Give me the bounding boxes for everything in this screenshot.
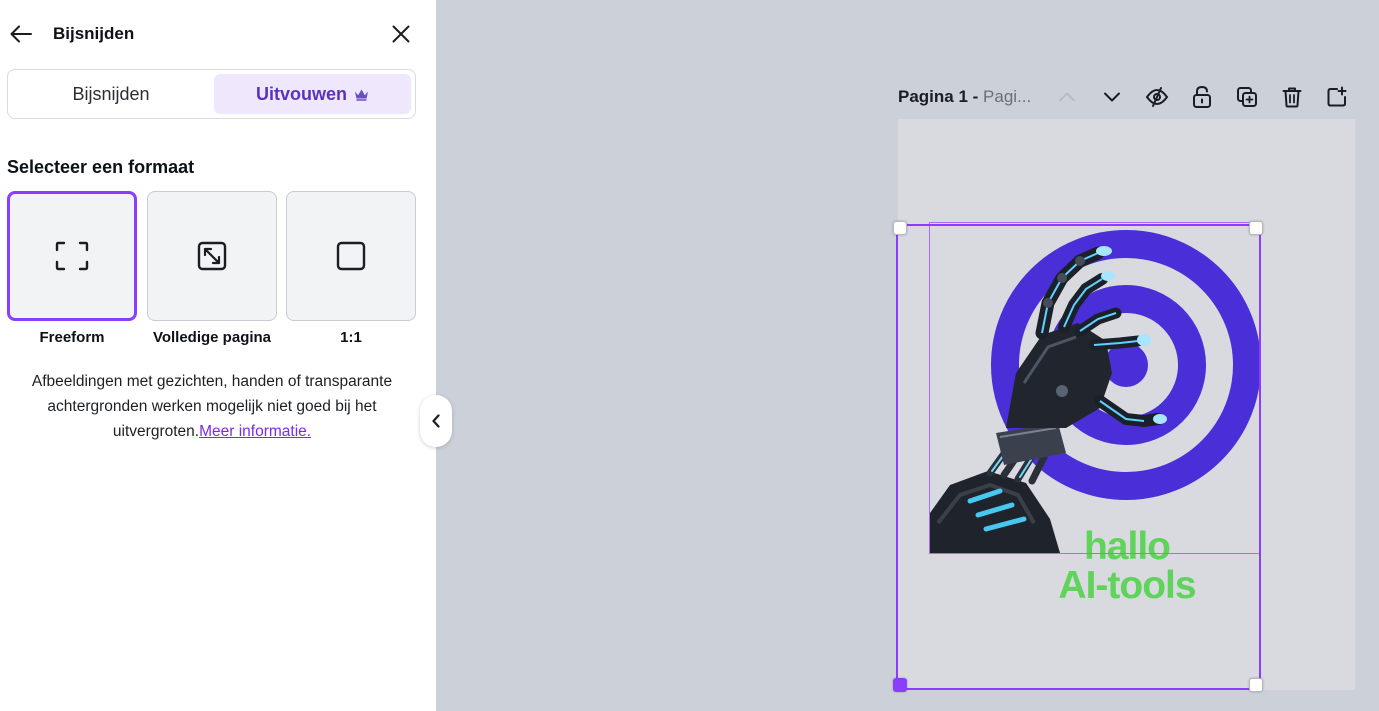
hide-page-button[interactable] — [1144, 84, 1170, 110]
format-label-freeform: Freeform — [39, 329, 105, 346]
crown-icon — [354, 88, 369, 101]
back-button[interactable] — [9, 22, 33, 46]
duplicate-page-button[interactable] — [1234, 84, 1260, 110]
add-page-button[interactable] — [1324, 84, 1350, 110]
format-label-full-page: Volledige pagina — [152, 329, 272, 346]
delete-page-button[interactable] — [1279, 84, 1305, 110]
section-title: Selecteer een formaat — [7, 157, 195, 177]
close-button[interactable] — [389, 22, 413, 46]
expand-selection-frame[interactable] — [896, 224, 1261, 690]
square-icon — [336, 241, 366, 271]
panel-header: Bijsnijden — [0, 0, 436, 68]
move-page-down-button[interactable] — [1099, 84, 1125, 110]
trash-icon — [1282, 87, 1302, 108]
panel-title: Bijsnijden — [53, 24, 135, 43]
chevron-left-icon — [432, 414, 440, 428]
arrow-left-icon — [10, 25, 32, 43]
resize-handle-bottom-right[interactable] — [1249, 678, 1263, 692]
expand-diagonal-icon — [197, 241, 227, 271]
resize-handle-top-right[interactable] — [1249, 221, 1263, 235]
move-page-up-button[interactable] — [1054, 84, 1080, 110]
format-full-page-card[interactable] — [147, 191, 277, 321]
mode-tabs: Bijsnijden Uitvouwen — [7, 69, 416, 119]
close-icon — [392, 25, 410, 43]
more-info-link[interactable]: Meer informatie. — [199, 423, 311, 440]
resize-handle-bottom-left[interactable] — [893, 678, 907, 692]
side-panel: Bijsnijden Bijsnijden Uitvouwen Selectee… — [0, 0, 436, 711]
add-page-icon — [1327, 86, 1347, 107]
page-title[interactable]: Pagina 1 - Pagi... — [898, 87, 1031, 107]
tab-bijsnijden[interactable]: Bijsnijden — [12, 74, 210, 114]
format-label-square: 1:1 — [340, 329, 362, 346]
page-name: Pagi... — [983, 87, 1032, 106]
hide-eye-icon — [1145, 87, 1169, 107]
page-number: Pagina 1 - — [898, 87, 979, 106]
lock-page-button[interactable] — [1189, 84, 1215, 110]
info-text-block: Afbeeldingen met gezichten, handen of tr… — [14, 369, 410, 444]
format-freeform-card[interactable] — [7, 191, 137, 321]
tab-label: Uitvouwen — [255, 83, 347, 104]
collapse-panel-button[interactable] — [420, 395, 452, 447]
resize-handle-top-left[interactable] — [893, 221, 907, 235]
freeform-icon — [55, 241, 89, 271]
duplicate-icon — [1237, 87, 1257, 107]
unlock-icon — [1193, 85, 1211, 108]
chevron-up-icon — [1059, 92, 1075, 102]
chevron-down-icon — [1104, 92, 1120, 102]
tab-label: Bijsnijden — [72, 83, 150, 104]
tab-uitvouwen[interactable]: Uitvouwen — [214, 74, 411, 114]
format-square-card[interactable] — [286, 191, 416, 321]
